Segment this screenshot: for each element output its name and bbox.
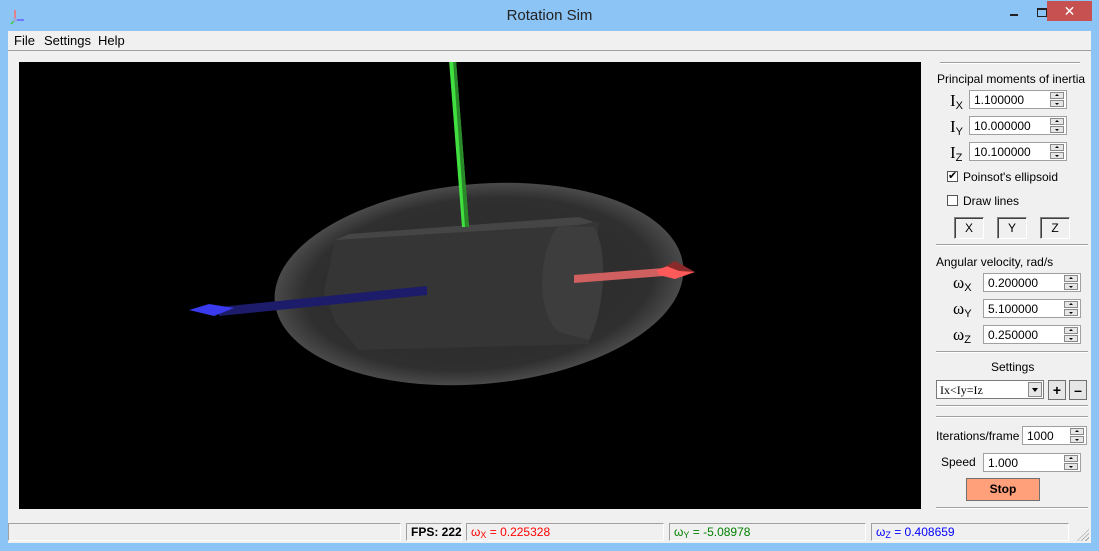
velocity-heading: Angular velocity, rad/s [936,255,1054,269]
window-title: Rotation Sim [506,7,593,24]
iz-down-arrow[interactable] [1050,152,1064,159]
wx-up-arrow[interactable] [1064,275,1078,282]
resize-grip[interactable] [1077,529,1089,541]
iy-down-arrow[interactable] [1050,126,1064,133]
iz-spinbox[interactable]: 10.100000 [969,142,1067,161]
settings-preset-value: Ix<Iy=Iz [940,383,983,397]
draw-lines-checkbox[interactable] [947,195,958,206]
status-bar: FPS: 222 ωX = 0.225328 ωY = -5.08978 ωZ … [8,522,1091,543]
menu-settings[interactable]: Settings [44,33,91,48]
wz-value[interactable]: 0.250000 [988,328,1038,342]
speed-up-arrow[interactable] [1064,455,1078,462]
iy-up-arrow[interactable] [1050,118,1064,125]
scene-svg [189,62,695,386]
wz-label: ωZ [953,325,971,346]
speed-label: Speed [941,455,976,469]
view-x-button[interactable]: X [954,217,984,239]
iy-value[interactable]: 10.000000 [974,119,1031,133]
view-z-button[interactable]: Z [1040,217,1070,239]
wx-label: ωX [953,273,972,294]
iz-value[interactable]: 10.100000 [974,145,1031,159]
wy-up-arrow[interactable] [1064,301,1078,308]
fps-readout: FPS: 222 [406,523,462,541]
ix-spinbox[interactable]: 1.100000 [969,90,1067,109]
close-button[interactable]: ✕ [1047,1,1092,21]
wy-value[interactable]: 5.100000 [988,302,1038,316]
draw-lines-label[interactable]: Draw lines [963,194,1019,208]
wz-spinbox[interactable]: 0.250000 [983,325,1081,344]
view-y-button[interactable]: Y [997,217,1027,239]
client-area: File Settings Help Principal moments of … [8,31,1091,543]
iy-spinbox[interactable]: 10.000000 [969,116,1067,135]
3d-viewport[interactable] [19,62,921,509]
wy-label: ωY [953,299,972,320]
poinsot-checkbox[interactable]: ✔ [947,171,958,182]
iz-up-arrow[interactable] [1050,144,1064,151]
settings-heading: Settings [991,360,1035,374]
separator [936,351,1088,353]
menu-bar: File Settings Help [8,31,1091,51]
wz-down-arrow[interactable] [1064,335,1078,342]
iterations-down-arrow[interactable] [1070,436,1084,443]
ix-down-arrow[interactable] [1050,100,1064,107]
menu-file[interactable]: File [14,33,35,48]
remove-preset-button[interactable]: – [1069,380,1087,400]
wy-readout: ωY = -5.08978 [669,523,866,541]
ix-label: IX [950,91,964,112]
menu-help[interactable]: Help [98,33,125,48]
iterations-up-arrow[interactable] [1070,428,1084,435]
stop-button[interactable]: Stop [966,478,1040,501]
wz-up-arrow[interactable] [1064,327,1078,334]
wx-down-arrow[interactable] [1064,283,1078,290]
chevron-down-icon[interactable] [1028,382,1042,397]
title-bar: Rotation Sim ✕ [0,0,1099,31]
wy-down-arrow[interactable] [1064,309,1078,316]
iterations-spinbox[interactable]: 1000 [1022,426,1087,445]
ix-up-arrow[interactable] [1050,92,1064,99]
control-panel: Principal moments of inertia IX 1.100000… [928,51,1091,521]
separator [936,405,1088,407]
iy-label: IY [950,117,964,138]
ix-value[interactable]: 1.100000 [974,93,1024,107]
poinsot-label[interactable]: Poinsot's ellipsoid [963,170,1058,184]
speed-spinbox[interactable]: 1.000 [983,453,1081,472]
iz-label: IZ [950,143,963,164]
separator [936,416,1088,418]
settings-preset-combo[interactable]: Ix<Iy=Iz [936,380,1044,399]
status-message [8,523,401,541]
speed-value[interactable]: 1.000 [988,456,1018,470]
add-preset-button[interactable]: + [1048,380,1066,400]
wx-value[interactable]: 0.200000 [988,276,1038,290]
cylinder-end-cap [542,226,604,340]
iterations-label: Iterations/frame [936,429,1020,443]
minimize-button[interactable] [1001,1,1029,21]
wx-readout: ωX = 0.225328 [466,523,664,541]
separator [936,507,1088,509]
wx-spinbox[interactable]: 0.200000 [983,273,1081,292]
wz-readout: ωZ = 0.408659 [871,523,1069,541]
inertia-heading: Principal moments of inertia [937,72,1086,86]
separator [940,62,1080,64]
separator [936,244,1088,246]
speed-down-arrow[interactable] [1064,463,1078,470]
wy-spinbox[interactable]: 5.100000 [983,299,1081,318]
iterations-value[interactable]: 1000 [1027,429,1054,443]
